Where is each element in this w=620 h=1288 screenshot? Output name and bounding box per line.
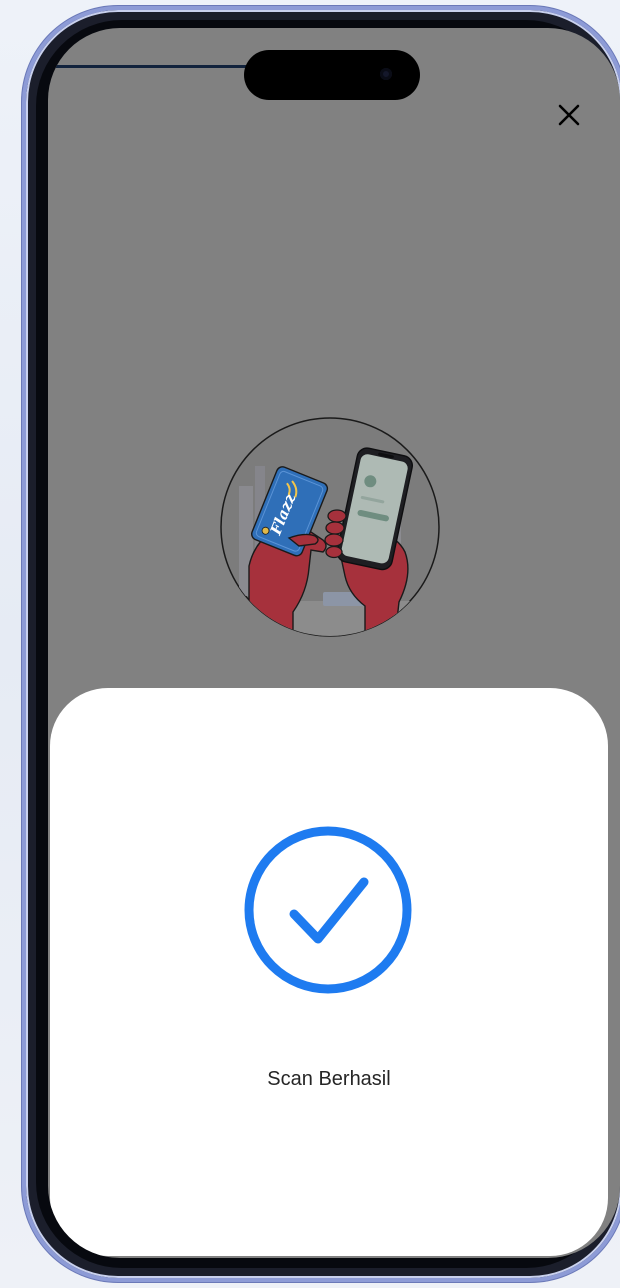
close-icon xyxy=(558,104,580,126)
nfc-card-tap-illustration: Flazz xyxy=(220,417,440,637)
close-button[interactable] xyxy=(548,94,590,136)
result-bottom-sheet: Scan Berhasil xyxy=(50,688,608,1256)
app-screen: Flazz Scan Berhasil xyxy=(48,28,620,1258)
dynamic-island xyxy=(244,50,420,100)
scan-status-text: Scan Berhasil xyxy=(267,1068,391,1090)
check-circle-icon xyxy=(244,826,412,994)
front-camera-icon xyxy=(380,68,392,80)
progress-indicator xyxy=(56,65,266,68)
